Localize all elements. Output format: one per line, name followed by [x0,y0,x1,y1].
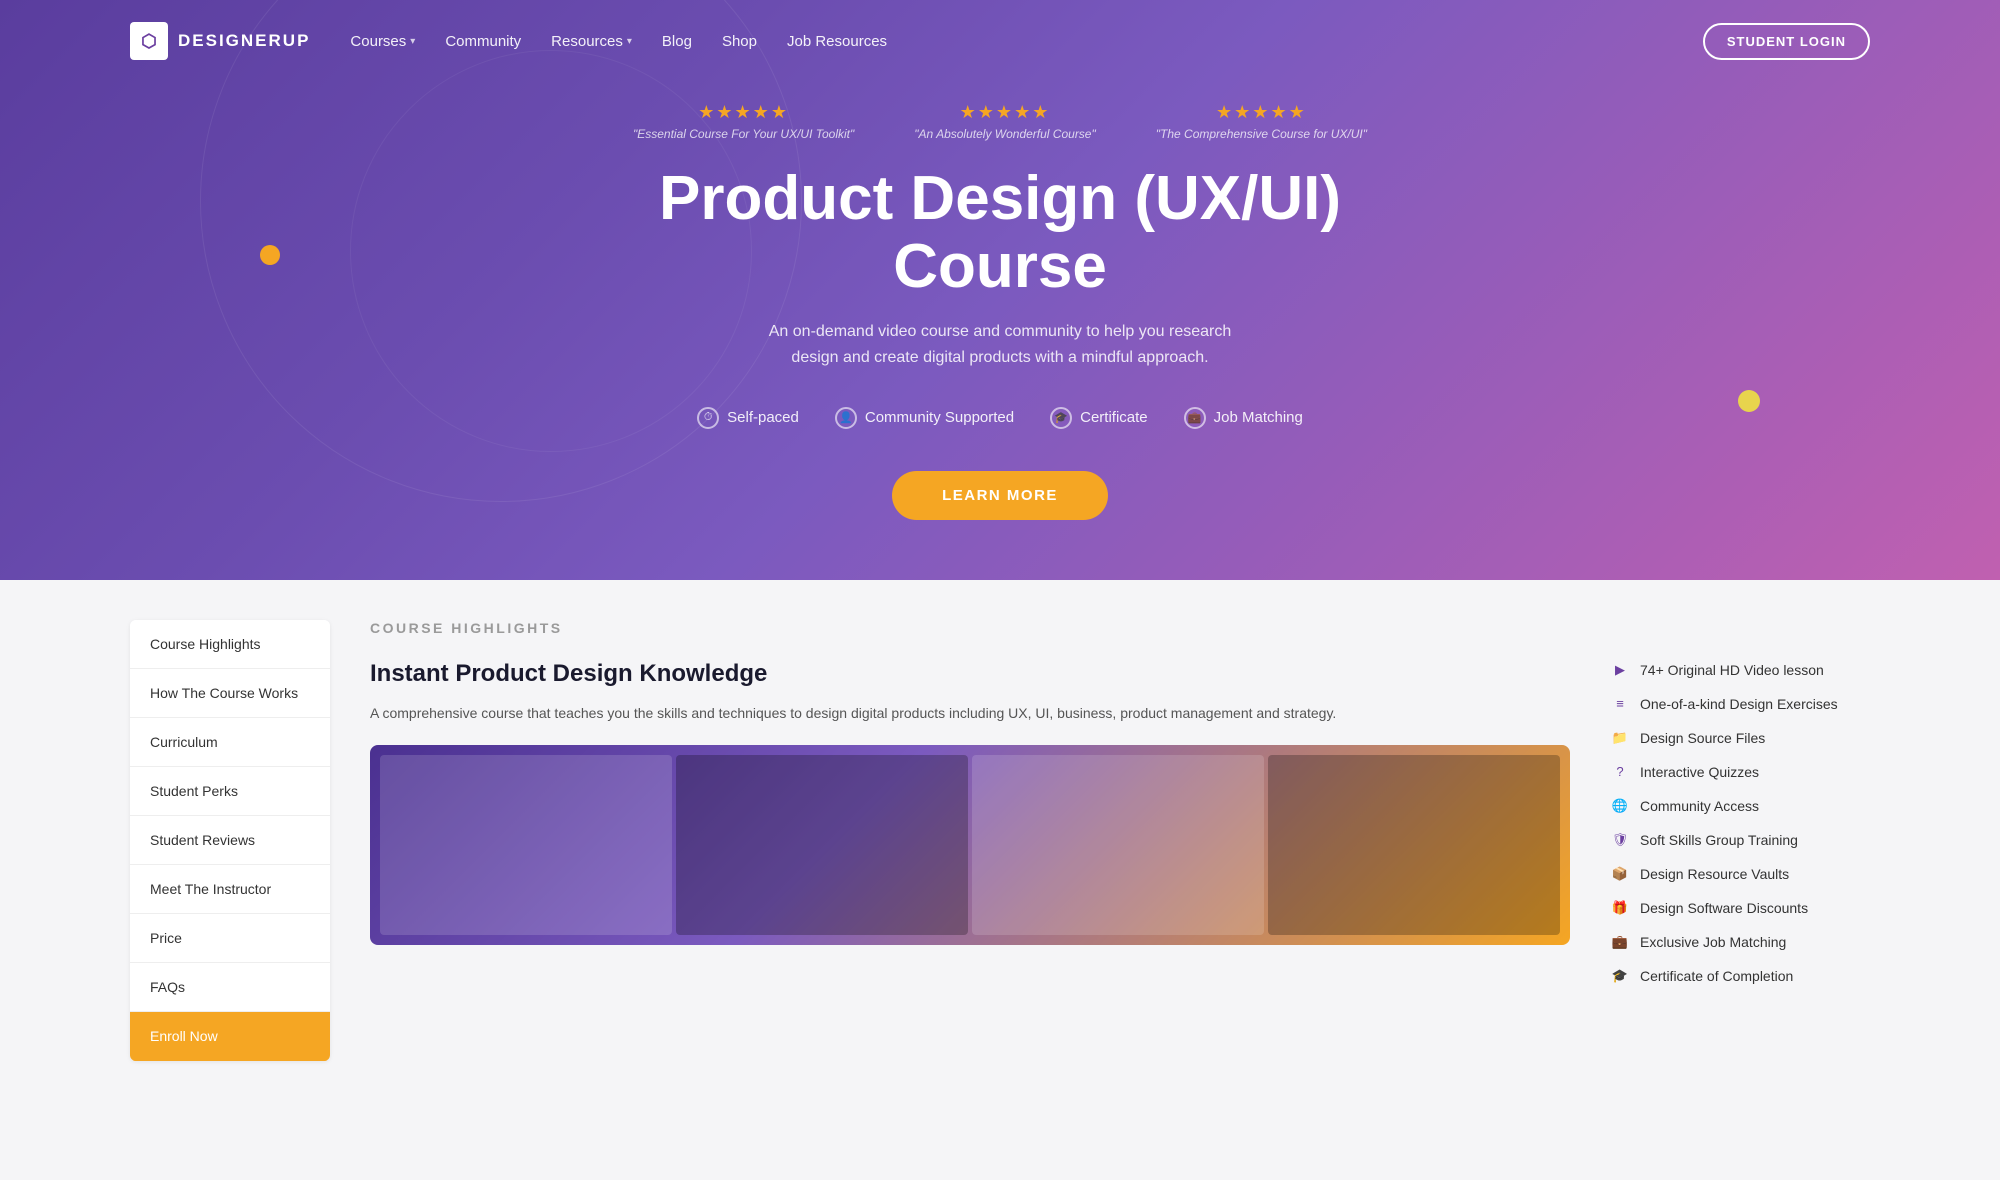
list-item: 🎓 Certificate of Completion [1610,966,1870,986]
pill-community: 👤 Community Supported [835,407,1014,429]
course-image [370,745,1570,945]
list-item: 📦 Design Resource Vaults [1610,864,1870,884]
sidebar-item-price[interactable]: Price [130,914,330,963]
bottom-section: Course Highlights How The Course Works C… [0,580,2000,1180]
hero-section: ⬡ DESIGNERUP Courses ▾ Community Resourc… [0,0,2000,580]
certificate-icon: 🎓 [1050,407,1072,429]
community-access-icon: 🌐 [1610,796,1630,816]
vault-icon: 📦 [1610,864,1630,884]
pill-certificate: 🎓 Certificate [1050,407,1148,429]
img-col-1 [380,755,672,935]
list-item: 🌐 Community Access [1610,796,1870,816]
sidebar-item-how-it-works[interactable]: How The Course Works [130,669,330,718]
list-item: ▶ 74+ Original HD Video lesson [1610,660,1870,680]
main-nav: ⬡ DESIGNERUP Courses ▾ Community Resourc… [0,0,2000,82]
stars-2: ★★★★★ [960,102,1051,123]
clock-icon: ⏱ [697,407,719,429]
training-icon: 🛡 [1610,830,1630,850]
img-col-3 [972,755,1264,935]
pill-job-matching: 💼 Job Matching [1184,407,1303,429]
feature-pills: ⏱ Self-paced 👤 Community Supported 🎓 Cer… [697,407,1303,429]
course-title: Instant Product Design Knowledge [370,660,1570,688]
job-icon: 💼 [1184,407,1206,429]
logo-icon: ⬡ [130,22,168,60]
video-icon: ▶ [1610,660,1630,680]
course-image-inner [370,745,1570,945]
list-item: ≡ One-of-a-kind Design Exercises [1610,694,1870,714]
stars-1: ★★★★★ [698,102,789,123]
logo[interactable]: ⬡ DESIGNERUP [130,22,310,60]
files-icon: 📁 [1610,728,1630,748]
content-right: ▶ 74+ Original HD Video lesson ≡ One-of-… [1610,660,1870,986]
sidebar-item-faqs[interactable]: FAQs [130,963,330,1012]
review-3: ★★★★★ "The Comprehensive Course for UX/U… [1156,102,1367,141]
img-col-2 [676,755,968,935]
quiz-icon: ? [1610,762,1630,782]
sidebar-item-perks[interactable]: Student Perks [130,767,330,816]
sidebar-item-instructor[interactable]: Meet The Instructor [130,865,330,914]
community-icon: 👤 [835,407,857,429]
nav-shop[interactable]: Shop [722,33,757,50]
discounts-icon: 🎁 [1610,898,1630,918]
review-2: ★★★★★ "An Absolutely Wonderful Course" [914,102,1096,141]
quote-2: "An Absolutely Wonderful Course" [914,127,1096,141]
list-item: 🛡 Soft Skills Group Training [1610,830,1870,850]
quote-3: "The Comprehensive Course for UX/UI" [1156,127,1367,141]
sidebar-item-highlights[interactable]: Course Highlights [130,620,330,669]
student-login-button[interactable]: STUDENT LOGIN [1703,23,1870,60]
learn-more-button[interactable]: LEARN MORE [892,471,1108,520]
stars-3: ★★★★★ [1216,102,1307,123]
certificate-of-completion-icon: 🎓 [1610,966,1630,986]
sidebar-item-reviews[interactable]: Student Reviews [130,816,330,865]
nav-links: Courses ▾ Community Resources ▾ Blog Sho… [350,33,1702,50]
hero-content: ★★★★★ "Essential Course For Your UX/UI T… [0,82,2000,580]
sidebar-item-enroll[interactable]: Enroll Now [130,1012,330,1061]
exercises-icon: ≡ [1610,694,1630,714]
chevron-down-icon-2: ▾ [627,36,632,47]
sidebar-item-curriculum[interactable]: Curriculum [130,718,330,767]
list-item: 🎁 Design Software Discounts [1610,898,1870,918]
quote-1: "Essential Course For Your UX/UI Toolkit… [633,127,854,141]
sidebar-nav: Course Highlights How The Course Works C… [130,620,330,1061]
pill-self-paced: ⏱ Self-paced [697,407,799,429]
img-col-4 [1268,755,1560,935]
nav-blog[interactable]: Blog [662,33,692,50]
job-matching-icon: 💼 [1610,932,1630,952]
chevron-down-icon: ▾ [410,36,415,47]
list-item: ? Interactive Quizzes [1610,762,1870,782]
review-1: ★★★★★ "Essential Course For Your UX/UI T… [633,102,854,141]
hero-subtitle: An on-demand video course and community … [760,319,1240,370]
nav-resources[interactable]: Resources ▾ [551,33,632,50]
course-description: A comprehensive course that teaches you … [370,702,1570,725]
feature-list: ▶ 74+ Original HD Video lesson ≡ One-of-… [1610,660,1870,986]
nav-community[interactable]: Community [445,33,521,50]
reviews-row: ★★★★★ "Essential Course For Your UX/UI T… [633,102,1367,141]
section-label: COURSE HIGHLIGHTS [370,620,1870,636]
list-item: 📁 Design Source Files [1610,728,1870,748]
main-content: COURSE HIGHLIGHTS Instant Product Design… [370,620,1870,1140]
content-left: Instant Product Design Knowledge A compr… [370,660,1570,986]
nav-courses[interactable]: Courses ▾ [350,33,415,50]
logo-text: DESIGNERUP [178,31,310,51]
hero-title: Product Design (UX/UI) Course [600,165,1400,301]
list-item: 💼 Exclusive Job Matching [1610,932,1870,952]
nav-job-resources[interactable]: Job Resources [787,33,887,50]
content-grid: Instant Product Design Knowledge A compr… [370,660,1870,986]
